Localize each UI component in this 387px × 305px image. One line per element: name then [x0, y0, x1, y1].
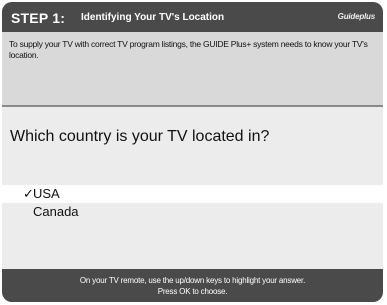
question-panel: Which country is your TV located in? ✓ U… [2, 107, 383, 269]
footer-instructions: On your TV remote, use the up/down keys … [2, 269, 383, 302]
question-text: Which country is your TV located in? [10, 128, 270, 145]
option-label: USA [33, 186, 60, 201]
option-canada[interactable]: Canada [2, 203, 383, 221]
setup-screen: STEP 1: Identifying Your TV's Location G… [2, 2, 383, 302]
title-bar: STEP 1: Identifying Your TV's Location G… [2, 2, 383, 32]
option-usa[interactable]: ✓ USA [2, 185, 383, 203]
intro-panel: To supply your TV with correct TV progra… [2, 32, 383, 105]
step-label: STEP 1: [11, 10, 66, 26]
guide-plus-logo: Guideplus [337, 12, 376, 21]
footer-line-2: Press OK to choose. [157, 287, 228, 296]
option-label: Canada [33, 204, 79, 219]
intro-text: To supply your TV with correct TV progra… [9, 39, 368, 60]
footer-line-1: On your TV remote, use the up/down keys … [79, 276, 306, 285]
step-title: Identifying Your TV's Location [81, 12, 225, 23]
